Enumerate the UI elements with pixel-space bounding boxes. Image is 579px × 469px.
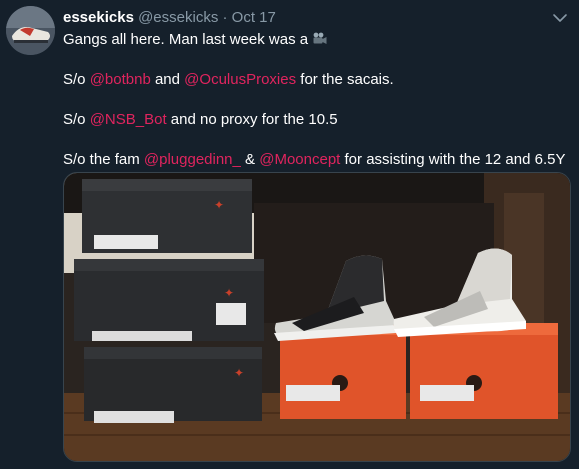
mention-link[interactable]: @NSB_Bot [90, 111, 167, 128]
mention-link[interactable]: @OculusProxies [184, 71, 296, 88]
tweet-line-3: S/o @NSB_Bot and no proxy for the 10.5 [63, 111, 338, 128]
display-name[interactable]: essekicks [63, 9, 134, 26]
svg-text:✦: ✦ [234, 366, 244, 380]
svg-text:✦: ✦ [214, 198, 224, 212]
tweet[interactable]: essekicks @essekicks · Oct 17 Gangs all … [0, 0, 579, 469]
mention-link[interactable]: @Mooncept [259, 151, 340, 168]
mention-link[interactable]: @botbnb [90, 71, 151, 88]
orange-box-right [410, 323, 558, 419]
chevron-down-icon[interactable] [551, 9, 569, 27]
tweet-text: Gangs all here. Man last week was a S/o … [63, 31, 568, 169]
svg-text:✦: ✦ [224, 286, 234, 300]
user-handle[interactable]: @essekicks [138, 9, 218, 26]
avatar[interactable] [6, 6, 55, 55]
tweet-header: essekicks @essekicks · Oct 17 [63, 9, 276, 27]
tweet-line-1: Gangs all here. Man last week was a [63, 31, 568, 49]
shoe-box-bottom: ✦ [84, 347, 262, 423]
movie-camera-emoji [312, 32, 328, 51]
tweet-photo[interactable]: ✦ ✦ ✦ [63, 172, 571, 462]
tweet-line-4: S/o the fam @pluggedinn_ & @Mooncept for… [63, 151, 566, 168]
tweet-line-2: S/o @botbnb and @OculusProxies for the s… [63, 71, 394, 88]
timestamp[interactable]: Oct 17 [232, 9, 276, 26]
shoe-box-middle: ✦ [74, 259, 264, 341]
separator-dot: · [222, 9, 228, 26]
shoe-box-top: ✦ [82, 179, 252, 253]
mention-link[interactable]: @pluggedinn_ [144, 151, 241, 168]
